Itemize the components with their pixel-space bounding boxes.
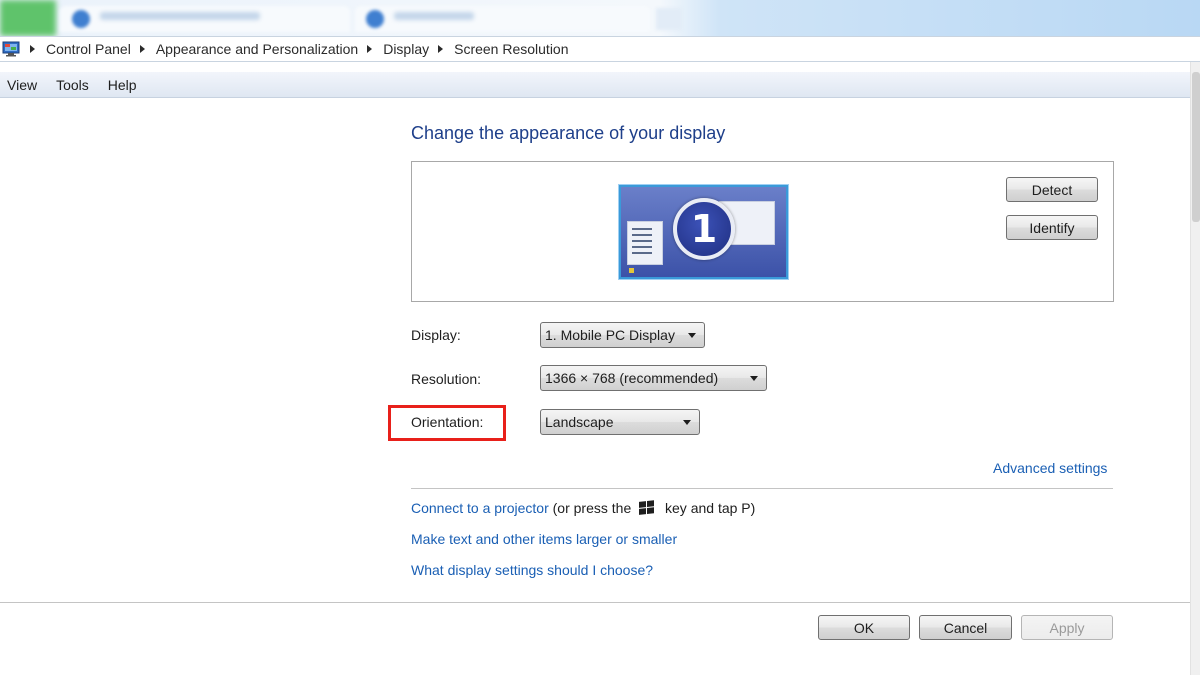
monitor-1-thumbnail[interactable]: 1	[619, 185, 788, 279]
projector-row: Connect to a projector (or press the key…	[411, 500, 755, 516]
projector-note-start: (or press the	[552, 500, 632, 516]
windows-logo-icon	[639, 500, 655, 516]
resolution-select[interactable]: 1366 × 768 (recommended)	[540, 365, 767, 391]
preview-start-icon	[629, 268, 634, 273]
chevron-down-icon	[683, 420, 691, 425]
ok-button[interactable]: OK	[818, 615, 910, 640]
breadcrumb: Control Panel Appearance and Personaliza…	[0, 36, 1200, 62]
blurred-tab-text	[100, 12, 260, 20]
display-select[interactable]: 1. Mobile PC Display	[540, 322, 705, 348]
detect-button[interactable]: Detect	[1006, 177, 1098, 202]
breadcrumb-arrow-icon[interactable]	[30, 45, 35, 53]
blurred-tab-text	[394, 12, 474, 20]
blurred-tab-icon	[72, 10, 90, 28]
blurred-tab-icon	[366, 10, 384, 28]
orientation-select-value: Landscape	[545, 414, 614, 430]
blurred-app-icon	[0, 0, 56, 36]
vertical-scrollbar[interactable]	[1190, 62, 1200, 675]
monitor-number-badge: 1	[673, 198, 735, 260]
orientation-highlight-box	[388, 405, 506, 441]
chevron-down-icon	[750, 376, 758, 381]
blurred-new-tab-button	[656, 8, 682, 30]
menu-bar: View Tools Help	[0, 72, 1200, 98]
menu-view[interactable]: View	[0, 77, 46, 93]
display-help-link[interactable]: What display settings should I choose?	[411, 562, 653, 578]
text-size-link[interactable]: Make text and other items larger or smal…	[411, 531, 677, 547]
orientation-select[interactable]: Landscape	[540, 409, 700, 435]
breadcrumb-screen-resolution[interactable]: Screen Resolution	[454, 41, 568, 57]
resolution-label: Resolution:	[411, 371, 482, 387]
page-title: Change the appearance of your display	[411, 123, 726, 143]
preview-window-icon	[627, 221, 663, 265]
menu-help[interactable]: Help	[98, 77, 146, 93]
monitor-number: 1	[690, 207, 718, 251]
projector-note-end: key and tap P)	[665, 500, 756, 516]
footer-divider	[0, 602, 1190, 603]
breadcrumb-appearance[interactable]: Appearance and Personalization	[156, 41, 358, 57]
control-panel-icon	[2, 41, 20, 57]
cancel-button[interactable]: Cancel	[919, 615, 1012, 640]
chevron-down-icon	[688, 333, 696, 338]
breadcrumb-arrow-icon[interactable]	[438, 45, 444, 53]
scrollbar-thumb[interactable]	[1192, 72, 1200, 222]
menu-tools[interactable]: Tools	[46, 77, 98, 93]
resolution-select-value: 1366 × 768 (recommended)	[545, 370, 719, 386]
apply-button[interactable]: Apply	[1021, 615, 1113, 640]
breadcrumb-control-panel[interactable]: Control Panel	[46, 41, 131, 57]
breadcrumb-arrow-icon[interactable]	[367, 45, 373, 53]
identify-button[interactable]: Identify	[1006, 215, 1098, 240]
display-label: Display:	[411, 327, 461, 343]
display-select-value: 1. Mobile PC Display	[545, 327, 675, 343]
breadcrumb-arrow-icon[interactable]	[139, 45, 145, 53]
connect-projector-link[interactable]: Connect to a projector	[411, 500, 549, 516]
section-divider	[411, 488, 1113, 489]
advanced-settings-link[interactable]: Advanced settings	[993, 460, 1107, 476]
breadcrumb-display[interactable]: Display	[383, 41, 429, 57]
blurred-browser-strip	[0, 0, 1200, 36]
